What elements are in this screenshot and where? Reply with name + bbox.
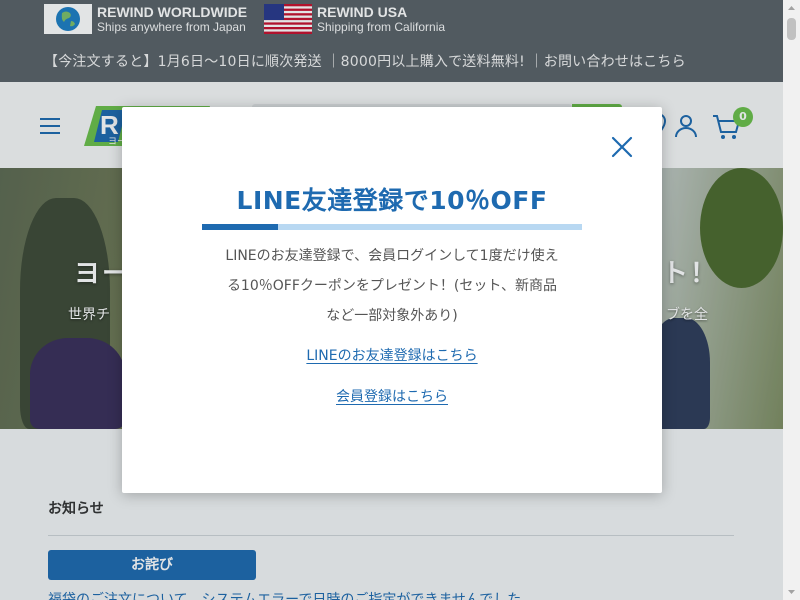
modal-description-line: など一部対象外あり) — [326, 308, 458, 324]
line-friend-link-row: LINEのお友達登録はこちら — [122, 345, 662, 365]
scroll-up-icon[interactable] — [783, 0, 800, 17]
modal-description-line: LINEのお友達登録で、会員ログインして1度だけ使え — [225, 248, 559, 264]
scroll-down-icon[interactable] — [783, 583, 800, 600]
modal-title-underline — [202, 224, 582, 230]
line-friend-link[interactable]: LINEのお友達登録はこちら — [306, 348, 477, 364]
modal-title-underline-accent — [202, 224, 278, 230]
modal-description-line: る10％OFFクーポンをプレゼント！(セット、新商品 — [226, 278, 558, 294]
modal-description: LINEのお友達登録で、会員ログインして1度だけ使え る10％OFFクーポンをプ… — [192, 241, 592, 331]
member-register-link[interactable]: 会員登録はこちら — [336, 389, 448, 405]
close-icon[interactable] — [610, 135, 634, 159]
member-register-link-row: 会員登録はこちら — [122, 386, 662, 406]
line-promo-modal: LINE友達登録で10％OFF LINEのお友達登録で、会員ログインして1度だけ… — [122, 107, 662, 493]
modal-title: LINE友達登録で10％OFF — [236, 186, 548, 215]
scroll-thumb[interactable] — [787, 18, 796, 40]
page: REWIND WORLDWIDE Ships anywhere from Jap… — [0, 0, 783, 600]
page-scrollbar[interactable] — [783, 0, 800, 600]
